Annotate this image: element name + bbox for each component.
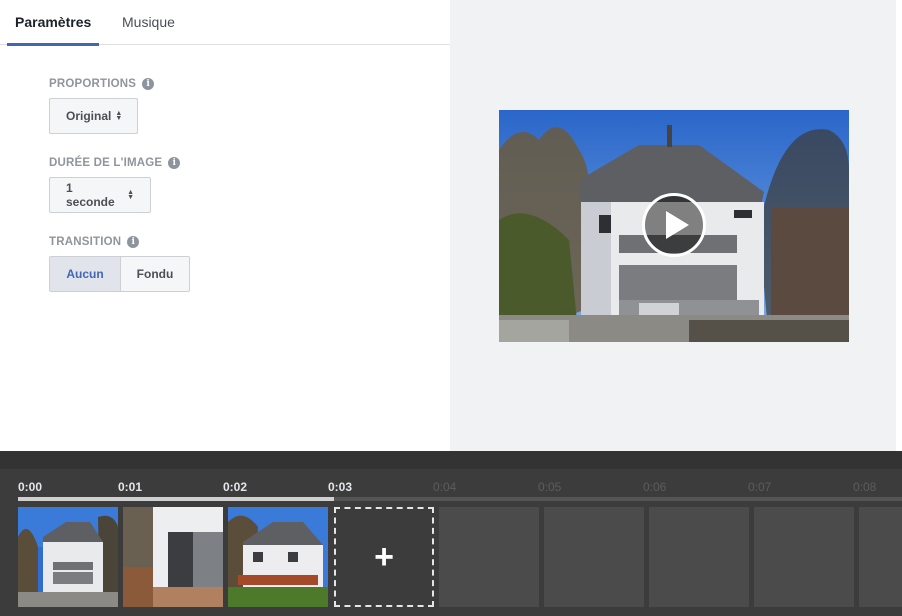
- transition-option-aucun[interactable]: Aucun: [50, 257, 120, 291]
- proportions-select[interactable]: Original ▲ ▼: [49, 98, 138, 134]
- timeline-header: [0, 451, 902, 469]
- empty-slot: [649, 507, 749, 607]
- timeline-progress: [18, 497, 334, 501]
- timeline-track[interactable]: [18, 497, 902, 501]
- info-icon[interactable]: i: [127, 236, 140, 248]
- play-icon: [666, 211, 689, 239]
- settings-area: Paramètres Musique PROPORTIONS i Origina…: [0, 0, 902, 451]
- tick-8: 0:08: [853, 480, 877, 494]
- video-editor: Paramètres Musique PROPORTIONS i Origina…: [0, 0, 902, 616]
- preview-pane: [450, 0, 896, 451]
- duration-label-text: DURÉE DE L'IMAGE: [49, 157, 163, 169]
- tick-2: 0:02: [223, 480, 248, 494]
- tick-7: 0:07: [748, 480, 772, 494]
- tick-6: 0:06: [643, 480, 667, 494]
- empty-slot: [544, 507, 644, 607]
- proportions-value: Original: [66, 109, 112, 123]
- clip-thumbnail[interactable]: [123, 507, 223, 607]
- duration-select[interactable]: 1 seconde ▲ ▼: [49, 177, 151, 213]
- transition-label: TRANSITION i: [49, 236, 140, 248]
- empty-slot: [439, 507, 539, 607]
- tab-parametres[interactable]: Paramètres: [6, 0, 100, 46]
- tick-3: 0:03: [328, 480, 353, 494]
- transition-option-fondu[interactable]: Fondu: [120, 257, 189, 291]
- proportions-label-text: PROPORTIONS: [49, 78, 137, 90]
- tick-4: 0:04: [433, 480, 457, 494]
- add-clip-button[interactable]: +: [334, 507, 434, 607]
- tick-5: 0:05: [538, 480, 562, 494]
- duration-value: 1 seconde: [66, 181, 115, 209]
- tab-bar: Paramètres Musique: [0, 0, 450, 46]
- tick-1: 0:01: [118, 480, 143, 494]
- updown-icon: ▲ ▼: [127, 189, 134, 201]
- empty-slot: [859, 507, 902, 607]
- plus-icon: +: [374, 537, 394, 576]
- clip-thumbnail[interactable]: [18, 507, 118, 607]
- preview-image: [499, 110, 849, 342]
- tick-0: 0:00: [18, 480, 43, 494]
- tab-musique[interactable]: Musique: [122, 0, 175, 45]
- proportions-label: PROPORTIONS i: [49, 78, 155, 90]
- updown-icon: ▲ ▼: [115, 110, 123, 122]
- clip-thumbnail[interactable]: [228, 507, 328, 607]
- play-button[interactable]: [642, 193, 706, 257]
- empty-slot: [754, 507, 854, 607]
- right-edge: [896, 0, 902, 451]
- transition-toggle: Aucun Fondu: [49, 256, 190, 292]
- info-icon[interactable]: i: [142, 78, 155, 90]
- duration-label: DURÉE DE L'IMAGE i: [49, 157, 181, 169]
- info-icon[interactable]: i: [168, 157, 181, 169]
- timeline: 0:00 0:01 0:02 0:03 0:04 0:05 0:06 0:07 …: [0, 451, 902, 616]
- transition-label-text: TRANSITION: [49, 236, 122, 248]
